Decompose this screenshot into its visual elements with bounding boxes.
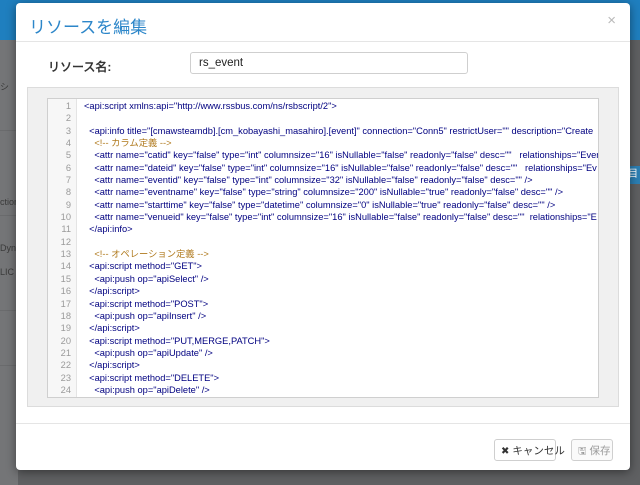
cancel-button-label: キャンセル <box>512 445 565 457</box>
code-text: <attr name="eventname" key="false" type=… <box>84 187 564 198</box>
line-number: 18 <box>60 310 71 321</box>
code-text: <attr name="dateid" key="false" type="in… <box>84 162 597 173</box>
code-line: 11 </api:info> <box>48 223 598 235</box>
code-text: <attr name="eventid" key="false" type="i… <box>84 175 533 186</box>
line-number: 15 <box>60 273 71 284</box>
line-number: 3 <box>65 125 71 136</box>
code-text: <api:script method="PUT,MERGE,PATCH"> <box>84 335 270 346</box>
editor-panel: 1 <api:script xmlns:api="http://www.rssbu… <box>27 87 619 407</box>
line-number: 14 <box>60 261 71 272</box>
line-number: 19 <box>60 323 71 334</box>
code-line: 8 <attr name="eventname" key="false" typ… <box>48 186 598 198</box>
dialog-title: リソースを編集 <box>29 18 148 37</box>
code-line: 9 <attr name="starttime" key="false" typ… <box>48 199 598 211</box>
code-text: </api:script> <box>84 323 140 334</box>
line-number: 5 <box>65 150 71 161</box>
resource-name-label: リソース名: <box>48 60 112 74</box>
code-line: 10 <attr name="venueid" key="false" type… <box>48 211 598 223</box>
cancel-button[interactable]: ✖ キャンセル <box>494 439 565 461</box>
code-line: 20 <api:script method="PUT,MERGE,PATCH"> <box>48 335 598 347</box>
code-text: <api:script xmlns:api="http://www.rssbus… <box>84 101 337 111</box>
line-number: 21 <box>60 347 71 358</box>
code-line: 15 <api:push op="apiSelect" /> <box>48 273 598 285</box>
close-icon[interactable]: × <box>607 12 616 29</box>
code-line: 21 <api:push op="apiUpdate" /> <box>48 347 598 359</box>
code-line: 13 <!-- オペレーション定義 --> <box>48 248 598 260</box>
code-line: 6 <attr name="dateid" key="false" type="… <box>48 162 598 174</box>
code-text: <api:script method="GET"> <box>84 261 202 272</box>
dialog-footer-divider <box>16 423 630 424</box>
line-number: 2 <box>65 113 71 124</box>
close-icon: ✖ <box>501 446 510 457</box>
code-text: <api:push op="apiUpdate" /> <box>84 347 213 358</box>
code-text: </api:script> <box>84 360 140 371</box>
code-lines: 1 <api:script xmlns:api="http://www.rssbu… <box>48 100 598 396</box>
code-text: <!-- オペレーション定義 --> <box>84 249 209 260</box>
code-line: 14 <api:script method="GET"> <box>48 260 598 272</box>
code-text: <attr name="venueid" key="false" type="i… <box>84 212 597 223</box>
line-number: 17 <box>60 298 71 309</box>
code-text: <api:push op="apiDelete" /> <box>84 384 210 395</box>
line-number: 9 <box>65 199 71 210</box>
code-line: 5 <attr name="catid" key="false" type="i… <box>48 149 598 161</box>
code-text: <api:push op="apiSelect" /> <box>84 273 209 284</box>
save-button[interactable]: 🖫 保存 <box>571 439 613 461</box>
dialog-header: リソースを編集 × <box>16 3 630 42</box>
line-number: 11 <box>61 224 71 235</box>
code-text: <attr name="catid" key="false" type="int… <box>84 150 599 161</box>
save-button-label: 保存 <box>589 445 611 457</box>
code-text: </api:info> <box>84 224 133 235</box>
line-number: 12 <box>60 236 71 247</box>
line-number: 1 <box>65 101 71 111</box>
line-number: 24 <box>60 384 71 395</box>
line-number: 23 <box>60 372 71 383</box>
code-line: 4 <!-- カラム定義 --> <box>48 137 598 149</box>
line-number: 16 <box>60 286 71 297</box>
code-text: <api:info title="[cmawsteamdb].[cm_kobay… <box>84 125 594 136</box>
line-number: 20 <box>60 335 71 346</box>
floppy-disk-icon: 🖫 <box>578 446 587 457</box>
code-text: <api:script method="POST"> <box>84 298 209 309</box>
code-text: <attr name="starttime" key="false" type=… <box>84 199 556 210</box>
code-line: 2 <box>48 112 598 124</box>
code-line: 1 <api:script xmlns:api="http://www.rssbu… <box>48 100 598 112</box>
resource-name-input[interactable] <box>190 52 468 74</box>
code-text: <!-- カラム定義 --> <box>84 138 172 149</box>
line-number: 10 <box>60 212 71 223</box>
code-line: 16 </api:script> <box>48 285 598 297</box>
line-number: 6 <box>65 162 71 173</box>
code-line: 24 <api:push op="apiDelete" /> <box>48 384 598 396</box>
line-number: 8 <box>65 187 71 198</box>
code-line: 3 <api:info title="[cmawsteamdb].[cm_kob… <box>48 125 598 137</box>
code-text: <api:push op="apiInsert" /> <box>84 310 207 321</box>
code-editor[interactable]: 1 <api:script xmlns:api="http://www.rssbu… <box>47 98 599 398</box>
code-line: 12 <box>48 236 598 248</box>
code-line: 7 <attr name="eventid" key="false" type=… <box>48 174 598 186</box>
code-line: 22 </api:script> <box>48 359 598 371</box>
code-text: <api:script method="DELETE"> <box>84 372 220 383</box>
line-number: 13 <box>60 249 71 260</box>
code-line: 23 <api:script method="DELETE"> <box>48 372 598 384</box>
line-number: 4 <box>65 138 71 149</box>
line-number: 22 <box>60 360 71 371</box>
code-line: 19 </api:script> <box>48 322 598 334</box>
code-line: 17 <api:script method="POST"> <box>48 298 598 310</box>
line-number: 7 <box>65 175 71 186</box>
edit-resource-dialog: リソースを編集 × リソース名: 1 <api:script xmlns:api=… <box>16 3 630 470</box>
code-text: </api:script> <box>84 286 140 297</box>
code-line: 18 <api:push op="apiInsert" /> <box>48 310 598 322</box>
